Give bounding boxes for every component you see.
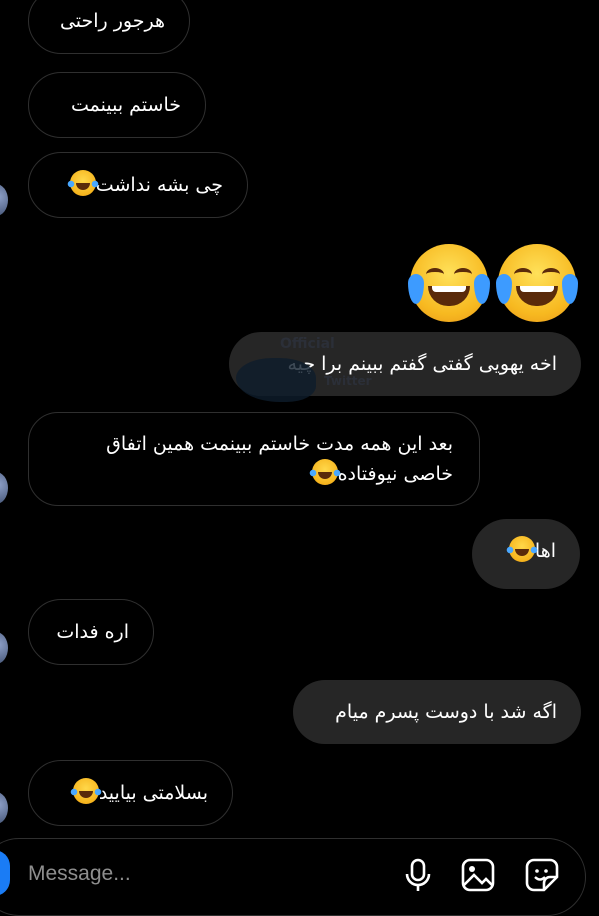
watermark: Official Twitter: [232, 336, 372, 402]
twitter-bird-icon: [236, 358, 316, 402]
laughing-emoji-icon: [505, 536, 538, 562]
message-text: اره فدات: [56, 621, 129, 643]
message-received[interactable]: بسلامتی بیایید: [28, 760, 233, 826]
message-text: خاستم ببینمت: [70, 94, 181, 116]
emoji-message[interactable]: [408, 244, 580, 324]
message-received[interactable]: هرجور راحتی: [28, 0, 190, 54]
message-text: هرجور راحتی: [59, 10, 165, 32]
watermark-line2: Twitter: [324, 374, 372, 388]
message-received[interactable]: اره فدات: [28, 599, 154, 665]
message-text: اخه یهویی گفتی گفتم ببینم برا چیه: [287, 353, 557, 375]
message-text: اها: [534, 540, 556, 562]
avatar[interactable]: [0, 632, 8, 664]
message-received[interactable]: چی بشه نداشت: [28, 152, 248, 218]
message-text: اگه شد با دوست پسرم میام: [335, 701, 557, 723]
avatar[interactable]: [0, 792, 8, 824]
avatar[interactable]: [0, 184, 8, 216]
avatar[interactable]: [0, 472, 8, 504]
message-received[interactable]: بعد این همه مدت خاستم ببینمت همین اتفاق …: [28, 412, 480, 506]
laughing-emoji-icon: [66, 170, 99, 196]
laughing-emoji-icon: [496, 244, 578, 322]
message-text: چی بشه نداشت: [95, 174, 223, 196]
gallery-icon[interactable]: [460, 857, 496, 893]
message-text: بسلامتی بیایید: [98, 782, 208, 804]
message-text: بعد این همه مدت خاستم ببینمت همین اتفاق …: [106, 433, 453, 485]
laughing-emoji-icon: [308, 459, 341, 485]
message-sent[interactable]: اگه شد با دوست پسرم میام: [293, 680, 581, 744]
message-received[interactable]: خاستم ببینمت: [28, 72, 206, 138]
sticker-icon[interactable]: [524, 857, 560, 893]
laughing-emoji-icon: [69, 778, 102, 804]
laughing-emoji-icon: [408, 244, 490, 322]
microphone-icon[interactable]: [400, 857, 436, 893]
message-sent[interactable]: اها: [472, 519, 580, 589]
watermark-line1: Official: [280, 336, 335, 352]
message-input[interactable]: Message...: [28, 862, 131, 886]
